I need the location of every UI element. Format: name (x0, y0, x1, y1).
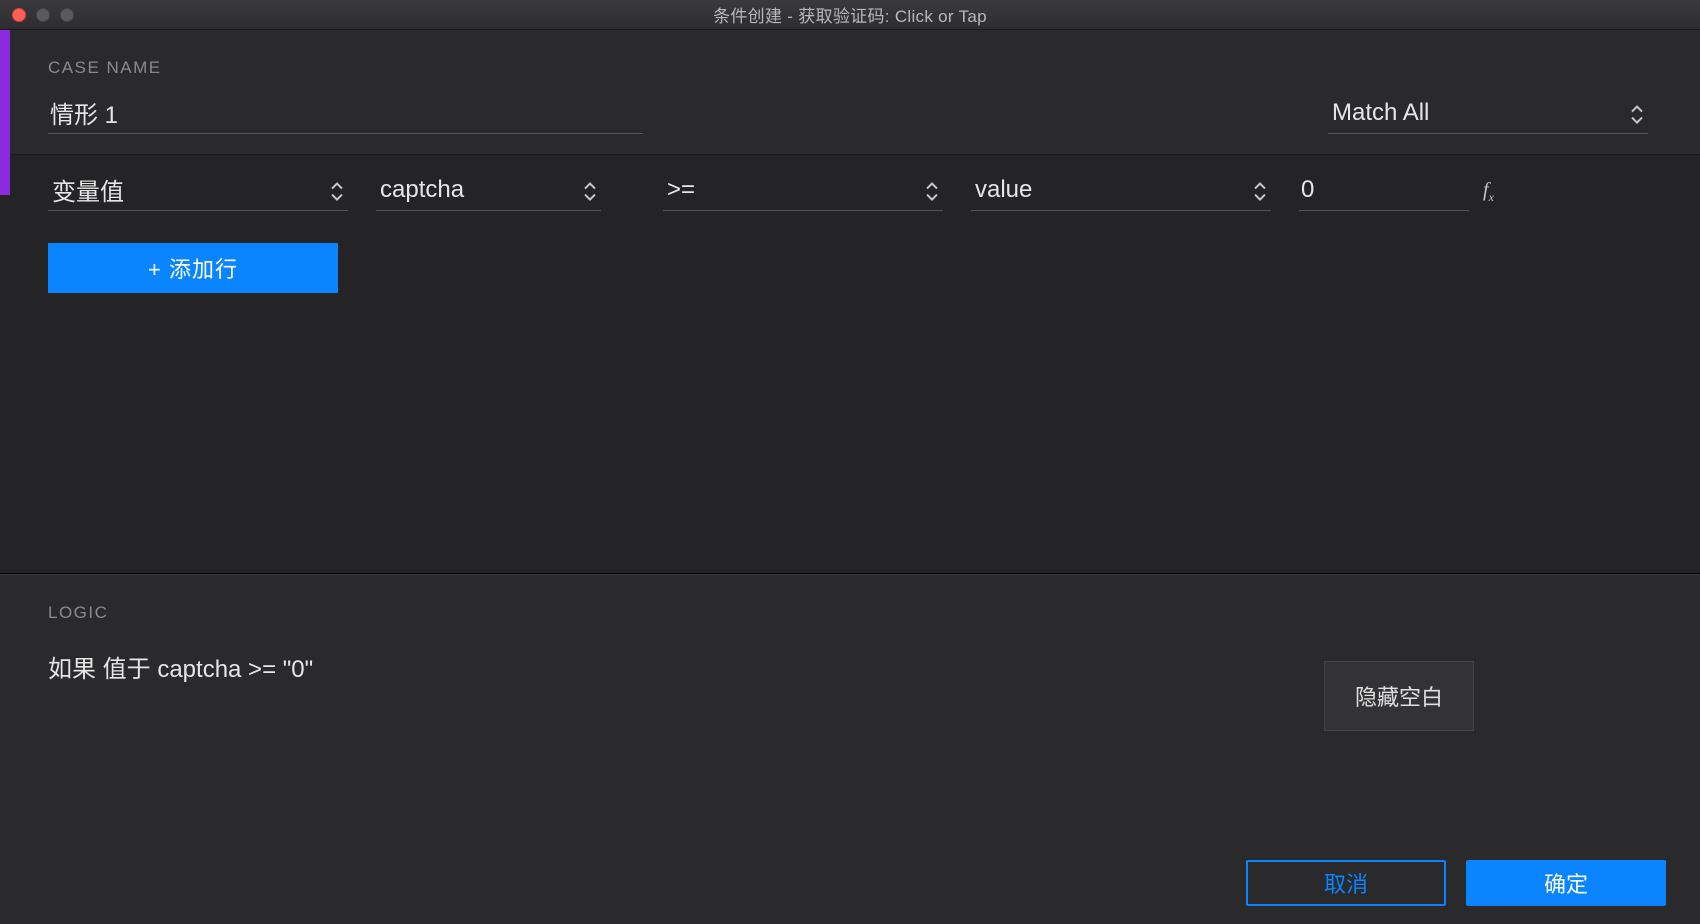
condition-type-select[interactable]: 变量值 (48, 173, 348, 211)
match-mode-select[interactable]: Match All (1328, 96, 1648, 134)
fx-icon[interactable]: fx (1483, 179, 1494, 211)
window-title: 条件创建 - 获取验证码: Click or Tap (0, 2, 1700, 27)
chevron-updown-icon (1253, 181, 1267, 201)
condition-source-select[interactable]: value (971, 173, 1271, 211)
close-window-button[interactable] (12, 8, 26, 22)
condition-operator-select[interactable]: >= (663, 173, 943, 211)
condition-value-input[interactable] (1299, 173, 1469, 211)
traffic-lights (12, 8, 74, 22)
case-name-label: CASE NAME (48, 58, 648, 78)
chevron-updown-icon (1630, 104, 1644, 124)
ok-button[interactable]: 确定 (1466, 860, 1666, 906)
chevron-updown-icon (583, 181, 597, 201)
case-section: CASE NAME Match All 变量值 (0, 30, 1700, 574)
logic-section: LOGIC 如果 值于 captcha >= "0" 隐藏空白 取消 确定 (0, 574, 1700, 924)
match-mode-value: Match All (1332, 99, 1429, 127)
condition-variable-select[interactable]: captcha (376, 173, 601, 211)
condition-operator-value: >= (667, 176, 695, 204)
condition-variable-value: captcha (380, 176, 464, 204)
logic-label: LOGIC (48, 603, 1652, 623)
dialog-footer: 取消 确定 (1246, 860, 1666, 906)
maximize-window-button[interactable] (60, 8, 74, 22)
condition-row: 变量值 captcha >= (48, 173, 1652, 211)
add-row-button[interactable]: + 添加行 (48, 243, 338, 293)
condition-source-value: value (975, 176, 1032, 204)
cancel-button[interactable]: 取消 (1246, 860, 1446, 906)
conditions-area: 变量值 captcha >= (0, 154, 1700, 573)
chevron-updown-icon (330, 181, 344, 201)
minimize-window-button[interactable] (36, 8, 50, 22)
window-titlebar: 条件创建 - 获取验证码: Click or Tap (0, 0, 1700, 30)
selection-indicator (0, 30, 10, 195)
chevron-updown-icon (925, 181, 939, 201)
hide-blank-button[interactable]: 隐藏空白 (1324, 661, 1474, 731)
condition-type-value: 变量值 (52, 172, 124, 207)
case-name-input[interactable] (48, 96, 643, 134)
